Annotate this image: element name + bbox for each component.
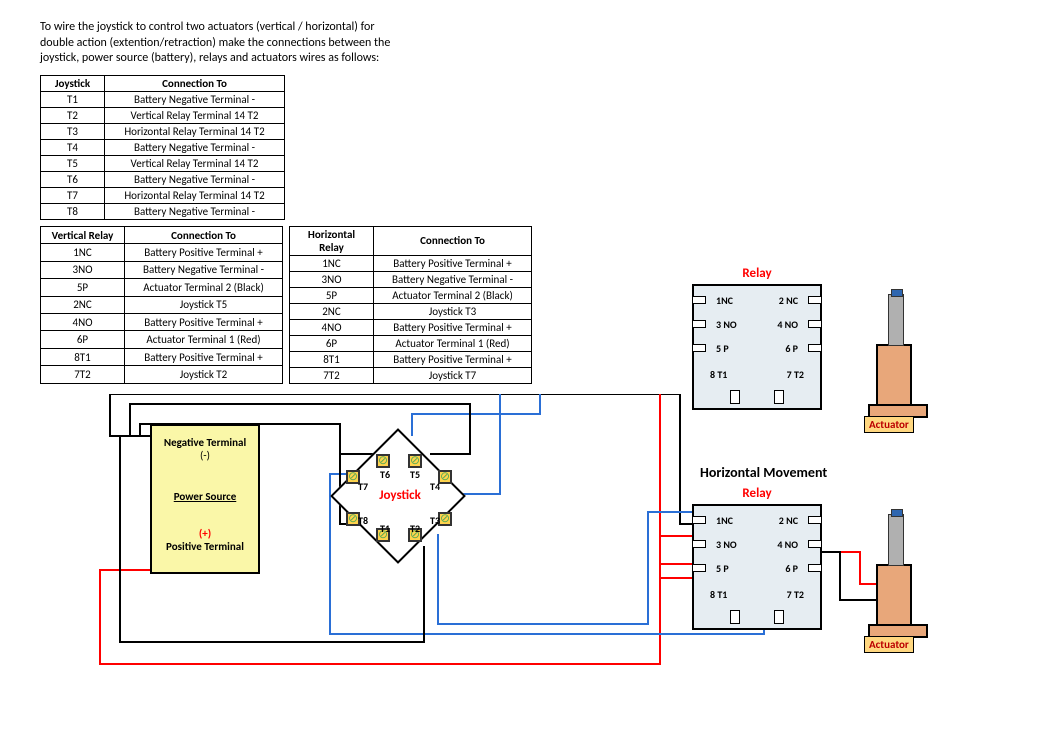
table-row: T4Battery Negative Terminal -: [41, 139, 285, 155]
actuator-top: [876, 344, 912, 406]
table-row: 3NOBattery Negative Terminal -: [290, 271, 532, 287]
table-row: 6PActuator Terminal 1 (Red): [290, 335, 532, 351]
table-cell: T5: [41, 155, 105, 171]
table-row: 7T2Joystick T2: [41, 366, 283, 384]
table-cell: 2NC: [290, 303, 374, 319]
table-cell: 2NC: [41, 296, 125, 313]
horizontal-relay-table: Horizontal RelayConnection To 1NCBattery…: [289, 226, 532, 384]
joystick-title: Joystick: [355, 488, 445, 503]
table-cell: T8: [41, 203, 105, 219]
table-cell: Actuator Terminal 2 (Black): [125, 279, 283, 296]
table-cell: Horizontal Relay Terminal 14 T2: [105, 187, 285, 203]
table-cell: 3NO: [41, 261, 125, 278]
table-cell: Joystick T2: [125, 366, 283, 384]
table-cell: 8T1: [41, 348, 125, 365]
table-row: T1Battery Negative Terminal -: [41, 91, 285, 107]
table-cell: T2: [41, 107, 105, 123]
table-cell: Battery Negative Terminal -: [105, 171, 285, 187]
table-cell: Battery Negative Terminal -: [105, 139, 285, 155]
relay-bottom: Relay 1NC 2 NC 3 NO 4 NO 5 P 6 P 8 T1 7 …: [692, 504, 822, 630]
table-cell: 8T1: [290, 351, 374, 367]
table-cell: Battery Positive Terminal +: [125, 348, 283, 365]
wiring-diagram: Negative Terminal (-) Power Source (+) P…: [40, 394, 1010, 714]
table-cell: Joystick T7: [374, 367, 532, 383]
table-cell: Actuator Terminal 1 (Red): [125, 331, 283, 348]
table-cell: T6: [41, 171, 105, 187]
table-row: 6PActuator Terminal 1 (Red): [41, 331, 283, 348]
table-cell: 1NC: [41, 244, 125, 261]
intro-text: To wire the joystick to control two actu…: [40, 20, 400, 67]
table-cell: Battery Negative Terminal -: [374, 271, 532, 287]
table-row: 8T1Battery Positive Terminal +: [41, 348, 283, 365]
joystick-table: JoystickConnection To T1Battery Negative…: [40, 75, 285, 220]
table-cell: T1: [41, 91, 105, 107]
table-row: T6Battery Negative Terminal -: [41, 171, 285, 187]
table-cell: 7T2: [290, 367, 374, 383]
table-cell: Actuator Terminal 2 (Black): [374, 287, 532, 303]
table-row: T3Horizontal Relay Terminal 14 T2: [41, 123, 285, 139]
table-row: 2NCJoystick T5: [41, 296, 283, 313]
table-row: 8T1Battery Positive Terminal +: [290, 351, 532, 367]
table-row: 3NOBattery Negative Terminal -: [41, 261, 283, 278]
table-cell: Joystick T3: [374, 303, 532, 319]
table-cell: T7: [41, 187, 105, 203]
table-cell: 1NC: [290, 255, 374, 271]
actuator-top-label: Actuator: [864, 416, 914, 433]
table-cell: 5P: [41, 279, 125, 296]
table-row: T2Vertical Relay Terminal 14 T2: [41, 107, 285, 123]
table-cell: Battery Negative Terminal -: [105, 91, 285, 107]
table-cell: Joystick T5: [125, 296, 283, 313]
table-row: 4NOBattery Positive Terminal +: [290, 319, 532, 335]
table-row: 5PActuator Terminal 2 (Black): [41, 279, 283, 296]
table-cell: Battery Positive Terminal +: [125, 244, 283, 261]
table-row: 7T2Joystick T7: [290, 367, 532, 383]
table-cell: Actuator Terminal 1 (Red): [374, 335, 532, 351]
table-row: T8Battery Negative Terminal -: [41, 203, 285, 219]
vertical-relay-table: Vertical RelayConnection To 1NCBattery P…: [40, 226, 283, 384]
table-cell: 7T2: [41, 366, 125, 384]
table-cell: Vertical Relay Terminal 14 T2: [105, 107, 285, 123]
actuator-bottom: [876, 564, 912, 626]
table-cell: Battery Positive Terminal +: [374, 319, 532, 335]
table-cell: Vertical Relay Terminal 14 T2: [105, 155, 285, 171]
table-row: T5Vertical Relay Terminal 14 T2: [41, 155, 285, 171]
table-cell: 4NO: [290, 319, 374, 335]
table-cell: Battery Positive Terminal +: [374, 255, 532, 271]
table-cell: T4: [41, 139, 105, 155]
table-row: 2NCJoystick T3: [290, 303, 532, 319]
power-source: Negative Terminal (-) Power Source (+) P…: [150, 424, 260, 574]
table-cell: Horizontal Relay Terminal 14 T2: [105, 123, 285, 139]
actuator-bottom-label: Actuator: [864, 636, 914, 653]
table-cell: Battery Negative Terminal -: [105, 203, 285, 219]
table-cell: Battery Negative Terminal -: [125, 261, 283, 278]
table-row: 5PActuator Terminal 2 (Black): [290, 287, 532, 303]
table-row: 4NOBattery Positive Terminal +: [41, 313, 283, 330]
table-cell: 3NO: [290, 271, 374, 287]
table-cell: T3: [41, 123, 105, 139]
relay-top: Relay 1NC 2 NC 3 NO 4 NO 5 P 6 P 8 T1 7 …: [692, 284, 822, 410]
table-row: T7Horizontal Relay Terminal 14 T2: [41, 187, 285, 203]
table-row: 1NCBattery Positive Terminal +: [290, 255, 532, 271]
table-row: 1NCBattery Positive Terminal +: [41, 244, 283, 261]
table-cell: 6P: [41, 331, 125, 348]
horizontal-movement-label: Horizontal Movement: [700, 464, 827, 481]
table-cell: 5P: [290, 287, 374, 303]
table-cell: 6P: [290, 335, 374, 351]
table-cell: Battery Positive Terminal +: [125, 313, 283, 330]
table-cell: 4NO: [41, 313, 125, 330]
table-cell: Battery Positive Terminal +: [374, 351, 532, 367]
